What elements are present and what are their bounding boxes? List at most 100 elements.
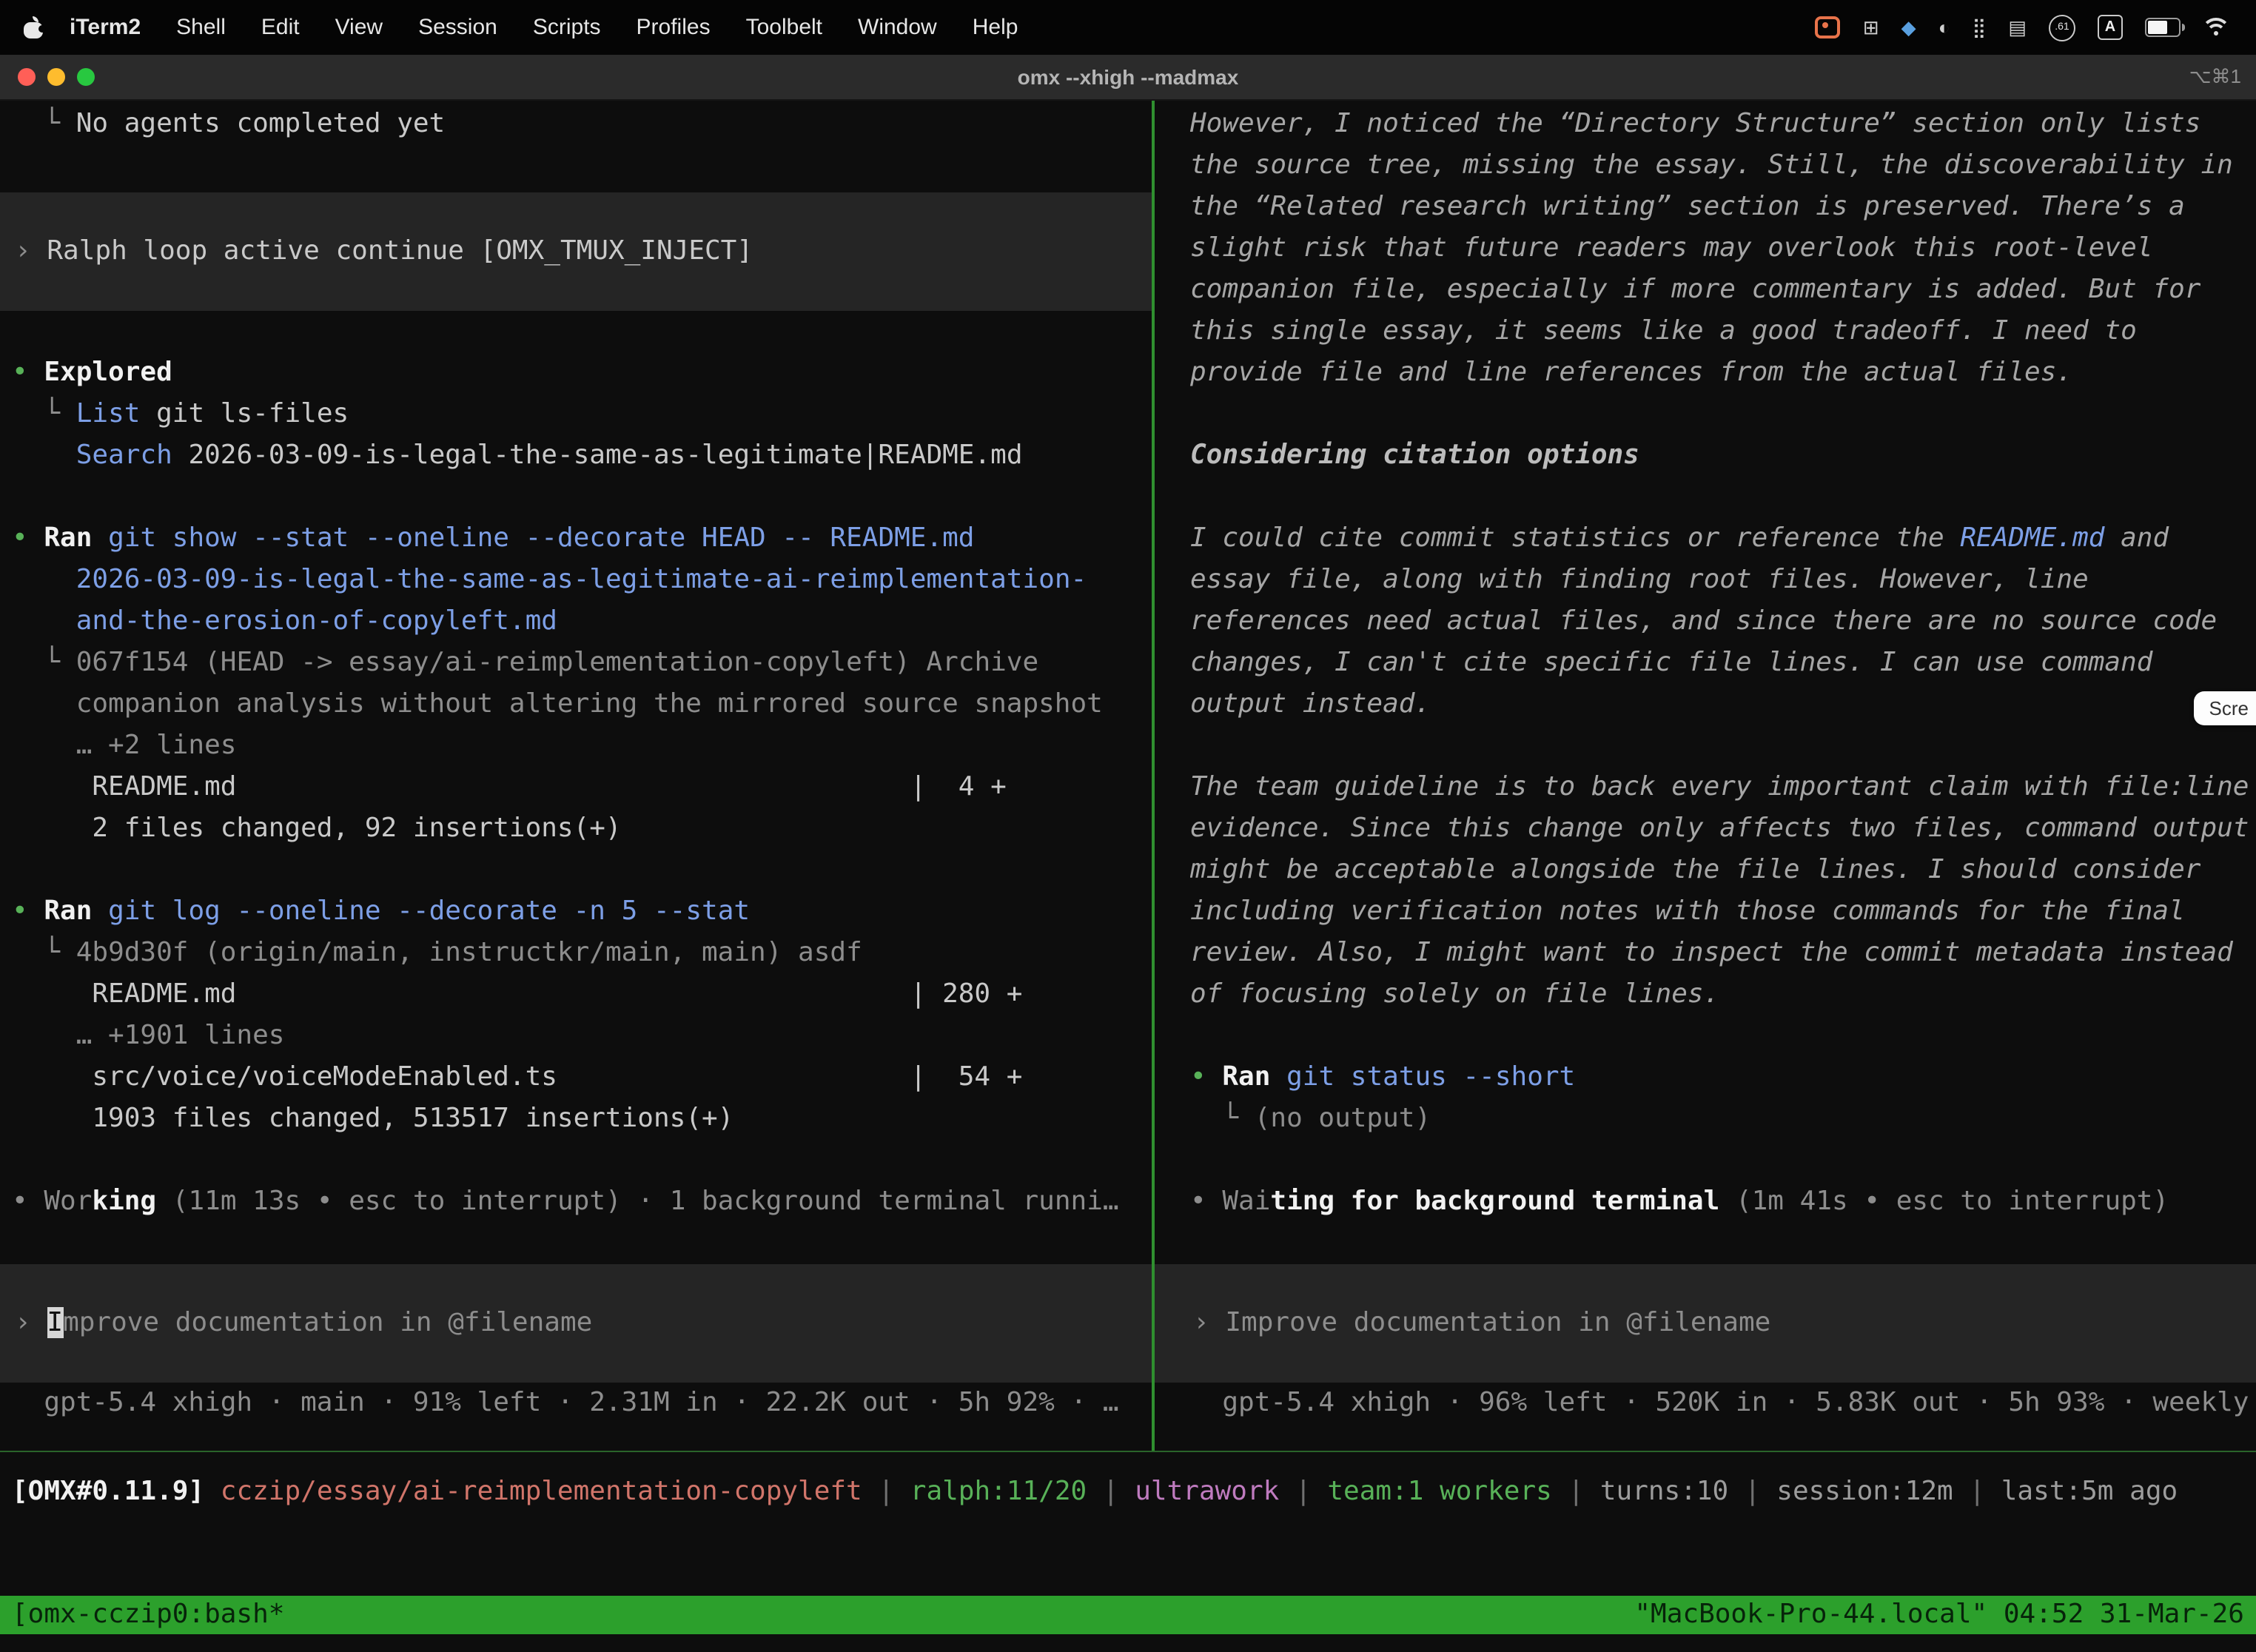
terminal-input-box[interactable]: › Improve documentation in @filename	[0, 1264, 1152, 1383]
menu-item-scripts[interactable]: Scripts	[515, 15, 619, 40]
blank-line	[1190, 477, 2256, 518]
menu-item-view[interactable]: View	[318, 15, 401, 40]
terminal-line: README.md | 280 +	[12, 974, 1152, 1015]
text-segment: README.md	[1960, 523, 2104, 554]
text-segment	[92, 523, 108, 554]
text-segment: Explored	[44, 357, 172, 388]
text-segment: I	[47, 1307, 63, 1338]
text-segment: of focusing solely on file lines.	[1190, 978, 1719, 1010]
text-segment: Wor	[44, 1186, 92, 1217]
text-segment: … +1901 lines	[12, 1020, 284, 1051]
text-segment: README.md | 280 +	[12, 978, 1022, 1010]
screen-recording-indicator-icon[interactable]	[1816, 16, 1841, 38]
text-segment: Ran	[44, 523, 92, 554]
text-segment: (11m 13s • esc to interrupt) · 1 backgro…	[156, 1186, 1118, 1217]
terminal-line: evidence. Since this change only affects…	[1190, 808, 2256, 850]
text-segment: 1903 files changed, 513517 insertions(+)	[12, 1103, 733, 1134]
text-segment: … +2 lines	[12, 730, 236, 761]
text-segment: •	[12, 896, 44, 927]
terminal-line: references need actual files, and since …	[1190, 601, 2256, 642]
text-segment: and-the-erosion-of-copyleft.md	[76, 605, 557, 637]
text-segment: gpt-5.4 xhigh · main · 91% left · 2.31M …	[12, 1387, 1119, 1418]
terminal-input-box[interactable]: › Improve documentation in @filename	[1155, 1264, 2256, 1383]
text-segment: (no output)	[1255, 1103, 1431, 1134]
keyboard-icon[interactable]: ▤	[2008, 18, 2027, 37]
right-pane[interactable]: However, I noticed the “Directory Struct…	[1155, 101, 2256, 1451]
text-segment: (1m 41s • esc to interrupt)	[1719, 1186, 2169, 1217]
text-segment: ›	[15, 235, 47, 266]
text-segment: 2026-03-09-is-legal-the-same-as-legitima…	[172, 440, 1023, 471]
terminal-line: review. Also, I might want to inspect th…	[1190, 933, 2256, 974]
terminal-line: 2 files changed, 92 insertions(+)	[12, 808, 1152, 850]
text-segment: this single essay, it seems like a good …	[1190, 315, 2137, 346]
text-segment	[92, 896, 108, 927]
text-segment: |	[862, 1476, 910, 1507]
terminal-line: └ 4b9d30f (origin/main, instructkr/main,…	[12, 933, 1152, 974]
menu-item-profiles[interactable]: Profiles	[619, 15, 728, 40]
text-segment: •	[1190, 1186, 1222, 1217]
wifi-icon[interactable]	[2203, 18, 2229, 37]
text-segment: companion analysis without altering the …	[12, 688, 1103, 719]
menu-item-toolbelt[interactable]: Toolbelt	[728, 15, 840, 40]
menu-item-session[interactable]: Session	[400, 15, 515, 40]
terminal-line: • Ran git log --oneline --decorate -n 5 …	[12, 891, 1152, 933]
text-segment: ›	[1193, 1307, 1225, 1338]
menu-item-iterm2[interactable]: iTerm2	[52, 15, 158, 40]
terminal-line: gpt-5.4 xhigh · main · 91% left · 2.31M …	[12, 1383, 1152, 1424]
menu-item-window[interactable]: Window	[840, 15, 955, 40]
text-segment: ›	[15, 1307, 47, 1338]
screen-share-overlay-button[interactable]: Scre	[2195, 691, 2256, 725]
text-segment: |	[1552, 1476, 1600, 1507]
terminal-line: Search 2026-03-09-is-legal-the-same-as-l…	[12, 435, 1152, 477]
text-segment: including verification notes with those …	[1190, 896, 2185, 927]
text-segment	[12, 564, 76, 595]
text-segment: git ls-files	[140, 398, 349, 429]
terminal-line: • Ran git status --short	[1190, 1057, 2256, 1098]
zoom-window-button[interactable]	[77, 68, 95, 86]
blue-app-icon[interactable]: ◆	[1901, 18, 1916, 37]
terminal-line: • Explored	[12, 352, 1152, 394]
text-segment: ultrawork	[1135, 1476, 1279, 1507]
close-window-button[interactable]	[18, 68, 36, 86]
text-segment: Improve documentation in @filename	[1225, 1307, 1770, 1338]
text-segment: 067f154 (HEAD -> essay/ai-reimplementati…	[76, 647, 1038, 678]
menu-item-shell[interactable]: Shell	[158, 15, 244, 40]
battery-icon[interactable]	[2145, 18, 2181, 37]
minimize-window-button[interactable]	[47, 68, 65, 86]
menu-item-help[interactable]: Help	[955, 15, 1036, 40]
battery-percent-icon[interactable]: .61	[2049, 14, 2075, 41]
text-segment: Search	[76, 440, 172, 471]
menu-bar-status-icons: ⊞ ◆ ◐ ⣿ ▤ .61 A	[1816, 14, 2238, 41]
text-segment: The team guideline is to back every impo…	[1190, 771, 2249, 802]
text-segment: git status --short	[1286, 1061, 1575, 1092]
terminal-line: 2026-03-09-is-legal-the-same-as-legitima…	[12, 560, 1152, 601]
text-segment: └	[12, 398, 76, 429]
dots-grid-icon[interactable]: ⣿	[1972, 18, 1986, 37]
terminal-line: companion analysis without altering the …	[12, 684, 1152, 725]
tmux-host-clock-label: "MacBook-Pro-44.local" 04:52 31-Mar-26	[1634, 1596, 2244, 1634]
dark-app-icon[interactable]: ◐	[1938, 18, 1950, 37]
apple-menu-icon[interactable]	[24, 16, 43, 39]
left-pane[interactable]: └ No agents completed yet› Ralph loop ac…	[0, 101, 1152, 1451]
text-segment: ting for background terminal	[1270, 1186, 1719, 1217]
terminal-line: The team guideline is to back every impo…	[1190, 767, 2256, 808]
text-segment: └	[12, 937, 76, 968]
blank-line	[12, 1140, 1152, 1181]
terminal-line: README.md | 4 +	[12, 767, 1152, 808]
text-segment: the “Related research writing” section i…	[1190, 191, 2185, 222]
terminal-line: └ List git ls-files	[12, 394, 1152, 435]
text-segment: Wai	[1222, 1186, 1270, 1217]
text-segment: the source tree, missing the essay. Stil…	[1190, 150, 2233, 181]
terminal-input-box[interactable]: › Ralph loop active continue [OMX_TMUX_I…	[0, 192, 1152, 311]
text-segment: provide file and line references from th…	[1190, 357, 2072, 388]
text-segment: essay file, along with finding root file…	[1190, 564, 2089, 595]
text-segment: git show --stat --oneline --decorate HEA…	[108, 523, 974, 554]
blank-line	[1190, 725, 2256, 767]
input-source-icon[interactable]: A	[2098, 15, 2123, 40]
grid-app-icon[interactable]: ⊞	[1863, 18, 1879, 37]
menu-item-edit[interactable]: Edit	[244, 15, 318, 40]
text-segment: List	[76, 398, 141, 429]
text-segment: git log --oneline --decorate -n 5 --stat	[108, 896, 750, 927]
text-segment: |	[1279, 1476, 1327, 1507]
text-segment: Considering citation options	[1190, 440, 1639, 471]
